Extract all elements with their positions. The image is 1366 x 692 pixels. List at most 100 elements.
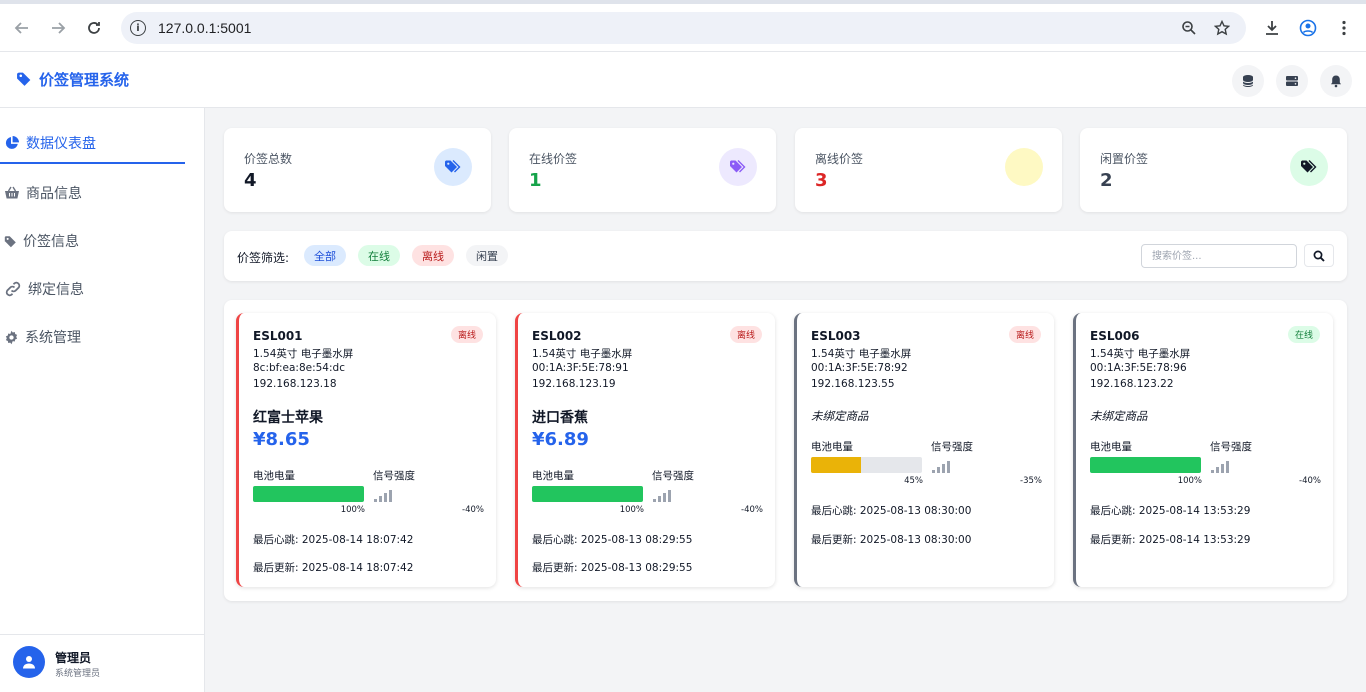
signal-bars-icon (374, 486, 394, 502)
unbound-text: 未绑定商品 (811, 409, 869, 423)
menu-kebab-icon[interactable] (1332, 16, 1356, 40)
search-button[interactable] (1304, 244, 1334, 267)
battery-bar (1090, 457, 1201, 473)
sidebar: 数据仪表盘 商品信息 价签信息 绑定信息 系统管理 管理员 系统管理员 (0, 108, 205, 692)
brand[interactable]: 价签管理系统 (16, 69, 129, 90)
app-title: 价签管理系统 (39, 71, 130, 89)
reload-button[interactable] (82, 16, 106, 40)
updated-time: 最后更新: 2025-08-14 13:53:29 (1090, 534, 1251, 546)
esl-id: ESL001 (253, 329, 303, 343)
filter-bar: 价签筛选: 全部 在线 离线 闲置 (224, 231, 1347, 281)
sidebar-item-bindings[interactable]: 绑定信息 (0, 270, 190, 308)
battery-percent: 45% (904, 476, 923, 486)
battery-percent: 100% (619, 505, 644, 515)
esl-grid: ESL001 离线 1.54英寸 电子墨水屏 8c:bf:ea:8e:54:dc… (224, 300, 1347, 601)
signal-bars-icon (653, 486, 673, 502)
esl-card[interactable]: ESL003 离线 1.54英寸 电子墨水屏 00:1A:3F:5E:78:92… (794, 313, 1054, 587)
tags-icon (1290, 148, 1328, 186)
signal-label: 信号强度 (373, 470, 415, 482)
server-icon (1286, 76, 1298, 86)
sidebar-item-system[interactable]: 系统管理 (0, 318, 190, 356)
forward-button[interactable] (46, 16, 70, 40)
stat-card-idle: 闲置价签 2 (1080, 128, 1347, 212)
sidebar-item-label: 价签信息 (23, 234, 79, 250)
battery-percent: 100% (340, 505, 365, 515)
user-role: 系统管理员 (55, 669, 101, 679)
zoom-icon[interactable] (1179, 18, 1199, 38)
battery-label: 电池电量 (811, 441, 853, 453)
sidebar-item-tags[interactable]: 价签信息 (0, 222, 190, 260)
stat-label: 闲置价签 (1100, 152, 1149, 166)
esl-ip: 192.168.123.18 (253, 378, 337, 390)
battery-bar (253, 486, 364, 502)
user-profile[interactable]: 管理员 系统管理员 (0, 634, 205, 692)
profile-icon[interactable] (1296, 16, 1320, 40)
heartbeat-time: 最后心跳: 2025-08-14 18:07:42 (253, 534, 414, 546)
product-name: 进口香蕉 (532, 410, 588, 426)
tags-icon (719, 148, 757, 186)
esl-card[interactable]: ESL001 离线 1.54英寸 电子墨水屏 8c:bf:ea:8e:54:dc… (236, 313, 496, 587)
signal-value: -40% (1299, 476, 1321, 486)
reload-icon (88, 22, 100, 34)
battery-label: 电池电量 (532, 470, 574, 482)
stat-value: 3 (815, 170, 828, 191)
esl-mac: 8c:bf:ea:8e:54:dc (253, 362, 345, 374)
chart-pie-icon (5, 136, 19, 149)
esl-ip: 192.168.123.22 (1090, 378, 1174, 390)
tab-strip (0, 0, 1366, 4)
sidebar-item-products[interactable]: 商品信息 (0, 174, 190, 212)
sidebar-item-label: 绑定信息 (28, 282, 84, 298)
status-circle-icon (1005, 148, 1043, 186)
stat-value: 2 (1100, 170, 1113, 191)
forward-arrow-icon (52, 22, 66, 34)
esl-ip: 192.168.123.19 (532, 378, 616, 390)
signal-value: -40% (741, 505, 763, 515)
updated-time: 最后更新: 2025-08-13 08:29:55 (532, 562, 693, 574)
back-button[interactable] (10, 16, 34, 40)
esl-mac: 00:1A:3F:5E:78:92 (811, 362, 908, 374)
esl-card[interactable]: ESL006 在线 1.54英寸 电子墨水屏 00:1A:3F:5E:78:96… (1073, 313, 1333, 587)
bookmark-star-icon[interactable] (1212, 18, 1232, 38)
filter-chip-offline[interactable]: 离线 (412, 245, 454, 266)
address-bar[interactable]: i 127.0.0.1:5001 (121, 12, 1246, 44)
sidebar-item-dashboard[interactable]: 数据仪表盘 (0, 124, 190, 164)
heartbeat-time: 最后心跳: 2025-08-13 08:30:00 (811, 505, 972, 517)
download-icon[interactable] (1260, 16, 1284, 40)
filter-chip-all[interactable]: 全部 (304, 245, 346, 266)
user-icon (23, 656, 35, 669)
stat-label: 离线价签 (815, 152, 864, 166)
url-text: 127.0.0.1:5001 (158, 20, 252, 36)
battery-fill (811, 457, 861, 473)
database-button[interactable] (1232, 65, 1264, 97)
stat-card-online: 在线价签 1 (509, 128, 776, 212)
updated-time: 最后更新: 2025-08-13 08:30:00 (811, 534, 972, 546)
stat-value: 4 (244, 170, 257, 191)
site-info-icon[interactable]: i (130, 20, 146, 36)
status-badge: 离线 (450, 326, 483, 343)
search-input[interactable] (1141, 244, 1297, 268)
esl-spec: 1.54英寸 电子墨水屏 (532, 348, 633, 360)
server-button[interactable] (1276, 65, 1308, 97)
bell-icon (1331, 75, 1341, 88)
product-price: ¥6.89 (532, 429, 589, 450)
esl-id: ESL006 (1090, 329, 1140, 343)
stat-card-total: 价签总数 4 (224, 128, 491, 212)
esl-card[interactable]: ESL002 离线 1.54英寸 电子墨水屏 00:1A:3F:5E:78:91… (515, 313, 775, 587)
signal-label: 信号强度 (931, 441, 973, 453)
stat-label: 价签总数 (244, 152, 293, 166)
esl-mac: 00:1A:3F:5E:78:96 (1090, 362, 1187, 374)
avatar (13, 646, 45, 678)
link-icon (5, 281, 21, 297)
battery-fill (1090, 457, 1201, 473)
app-header: 价签管理系统 (0, 52, 1366, 108)
product-price: ¥8.65 (253, 429, 310, 450)
filter-chip-online[interactable]: 在线 (358, 245, 400, 266)
battery-fill (253, 486, 364, 502)
product-name: 红富士苹果 (253, 410, 323, 426)
notification-button[interactable] (1320, 65, 1352, 97)
signal-value: -35% (1020, 476, 1042, 486)
signal-label: 信号强度 (1210, 441, 1252, 453)
filter-chip-idle[interactable]: 闲置 (466, 245, 508, 266)
esl-id: ESL003 (811, 329, 861, 343)
updated-time: 最后更新: 2025-08-14 18:07:42 (253, 562, 414, 574)
